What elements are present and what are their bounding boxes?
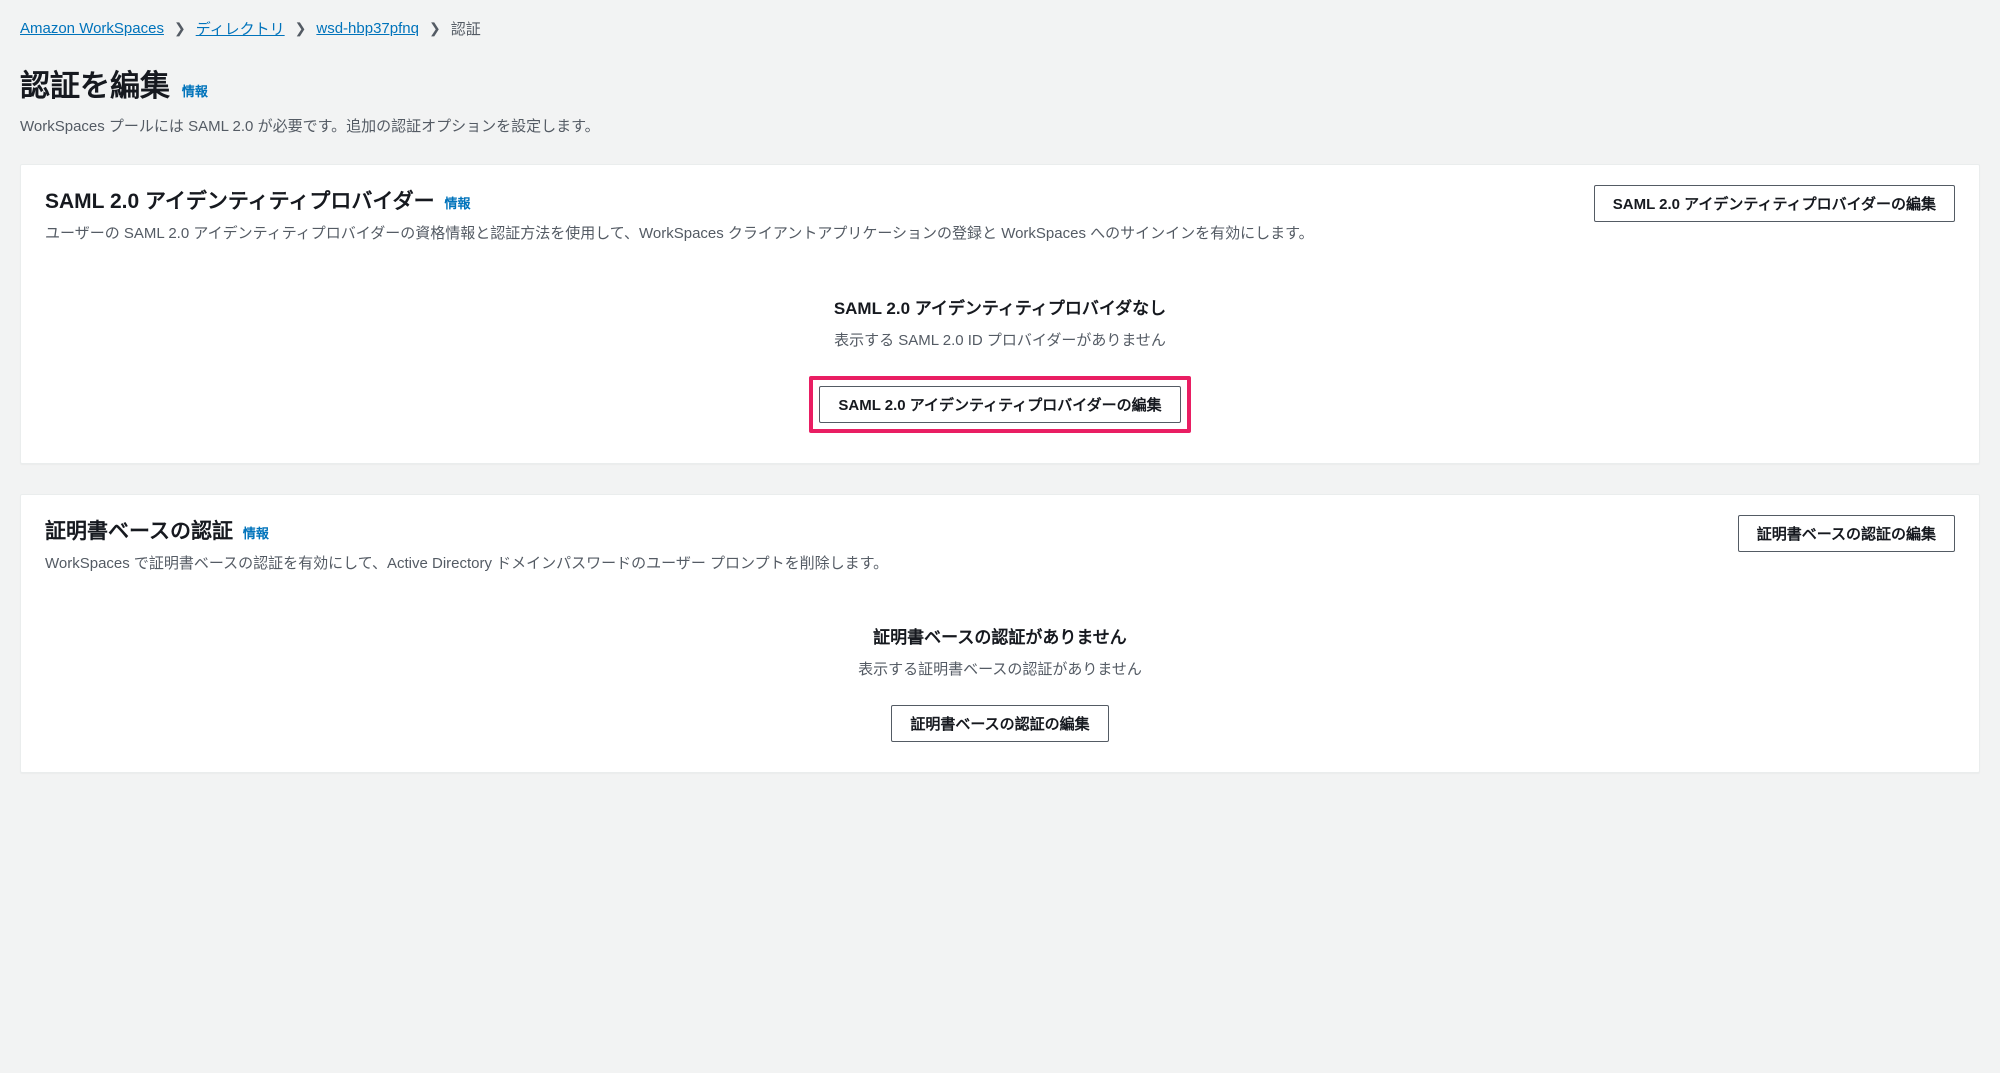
chevron-right-icon: ❯ — [295, 20, 307, 37]
cert-info-link[interactable]: 情報 — [243, 526, 269, 541]
saml-highlight-box: SAML 2.0 アイデンティティプロバイダーの編集 — [809, 376, 1190, 433]
page-header: 認証を編集 情報 WorkSpaces プールには SAML 2.0 が必要です… — [20, 61, 1980, 136]
page-title: 認証を編集 — [20, 70, 170, 103]
cert-empty-description: 表示する証明書ベースの認証がありません — [45, 658, 1955, 679]
saml-title: SAML 2.0 アイデンティティプロバイダー — [45, 190, 435, 213]
cert-description: WorkSpaces で証明書ベースの認証を有効にして、Active Direc… — [45, 553, 1722, 576]
breadcrumb-workspaces[interactable]: Amazon WorkSpaces — [20, 20, 164, 37]
cert-title: 証明書ベースの認証 — [45, 520, 233, 543]
cert-edit-button[interactable]: 証明書ベースの認証の編集 — [1738, 515, 1955, 552]
saml-edit-button[interactable]: SAML 2.0 アイデンティティプロバイダーの編集 — [1594, 185, 1955, 222]
chevron-right-icon: ❯ — [174, 20, 186, 37]
cert-empty-edit-button[interactable]: 証明書ベースの認証の編集 — [891, 705, 1108, 742]
saml-card-header: SAML 2.0 アイデンティティプロバイダー 情報 ユーザーの SAML 2.… — [21, 165, 1979, 260]
cert-card-header: 証明書ベースの認証 情報 WorkSpaces で証明書ベースの認証を有効にして… — [21, 495, 1979, 590]
saml-info-link[interactable]: 情報 — [444, 196, 470, 211]
cert-empty-state: 証明書ベースの認証がありません 表示する証明書ベースの認証がありません 証明書ベ… — [21, 589, 1979, 772]
saml-card: SAML 2.0 アイデンティティプロバイダー 情報 ユーザーの SAML 2.… — [20, 164, 1980, 464]
saml-empty-description: 表示する SAML 2.0 ID プロバイダーがありません — [45, 329, 1955, 350]
saml-description: ユーザーの SAML 2.0 アイデンティティプロバイダーの資格情報と認証方法を… — [45, 223, 1578, 246]
breadcrumb-directories[interactable]: ディレクトリ — [196, 18, 285, 39]
saml-empty-state: SAML 2.0 アイデンティティプロバイダなし 表示する SAML 2.0 I… — [21, 260, 1979, 463]
page-info-link[interactable]: 情報 — [182, 84, 208, 99]
chevron-right-icon: ❯ — [429, 20, 441, 37]
page-description: WorkSpaces プールには SAML 2.0 が必要です。追加の認証オプシ… — [20, 115, 1980, 136]
breadcrumb-current: 認証 — [451, 18, 481, 39]
breadcrumb: Amazon WorkSpaces ❯ ディレクトリ ❯ wsd-hbp37pf… — [20, 18, 1980, 39]
saml-empty-title: SAML 2.0 アイデンティティプロバイダなし — [45, 294, 1955, 319]
saml-empty-edit-button[interactable]: SAML 2.0 アイデンティティプロバイダーの編集 — [819, 386, 1180, 423]
breadcrumb-directory-id[interactable]: wsd-hbp37pfnq — [316, 20, 419, 37]
cert-empty-title: 証明書ベースの認証がありません — [45, 623, 1955, 648]
cert-card: 証明書ベースの認証 情報 WorkSpaces で証明書ベースの認証を有効にして… — [20, 494, 1980, 774]
